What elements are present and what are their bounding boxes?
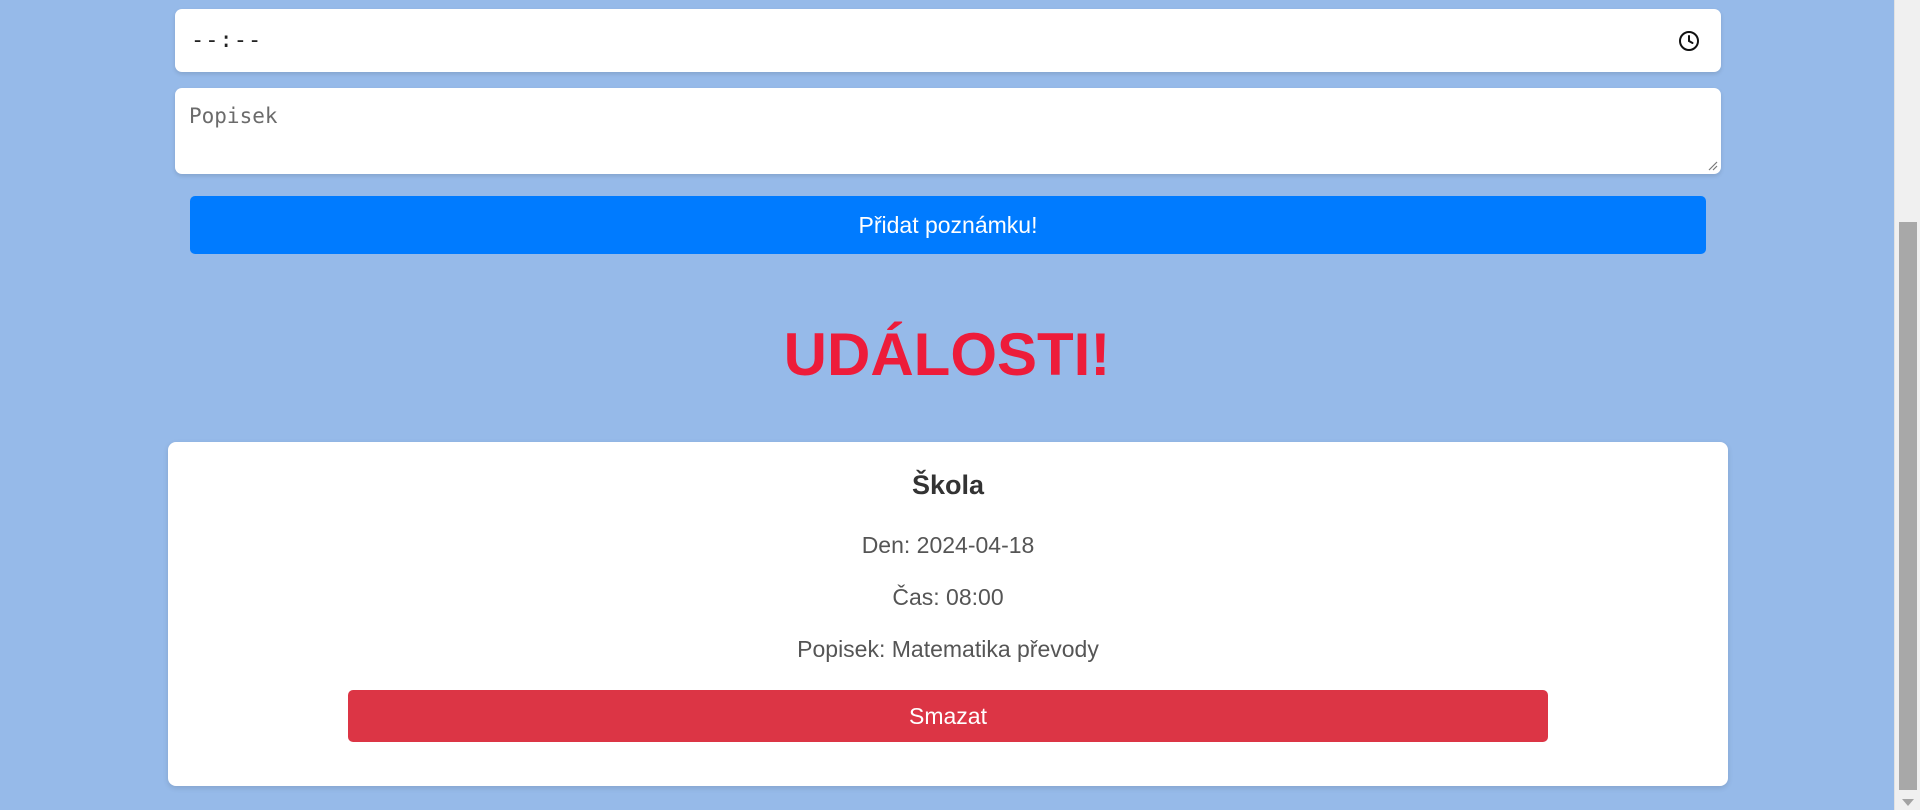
time-input[interactable]: --:-- — [175, 9, 1721, 72]
event-title: Škola — [911, 470, 985, 500]
time-input-value: --:-- — [191, 28, 263, 53]
event-description: Popisek: Matematika převody — [797, 636, 1099, 662]
delete-button[interactable]: Smazat — [348, 690, 1548, 742]
events-heading: UDÁLOSTI! — [783, 321, 1111, 388]
event-card: Škola Den: 2024-04-18 Čas: 08:00 Popisek… — [168, 442, 1728, 786]
scroll-down-arrow-icon[interactable] — [1902, 799, 1914, 806]
description-textarea[interactable]: Popisek — [175, 88, 1721, 174]
resize-handle-icon[interactable] — [1706, 159, 1718, 171]
clock-icon[interactable] — [1677, 29, 1701, 53]
description-placeholder: Popisek — [189, 104, 278, 128]
event-day: Den: 2024-04-18 — [861, 532, 1035, 558]
page-content: --:-- Popisek Přidat poznámku! UDÁLOSTI!… — [0, 0, 1894, 810]
vertical-scrollbar[interactable] — [1894, 0, 1920, 810]
scrollbar-thumb[interactable] — [1899, 222, 1917, 790]
add-note-button[interactable]: Přidat poznámku! — [190, 196, 1706, 254]
event-time: Čas: 08:00 — [892, 584, 1004, 610]
